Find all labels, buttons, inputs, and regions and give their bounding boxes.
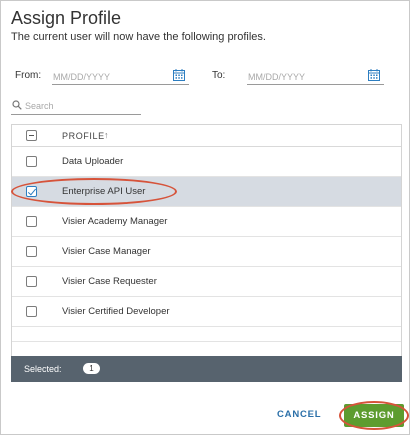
profile-name: Visier Case Manager: [62, 246, 151, 257]
to-date-input[interactable]: [247, 68, 384, 86]
profile-name: Visier Case Requester: [62, 276, 157, 287]
search-field[interactable]: [11, 97, 141, 115]
from-label: From:: [15, 70, 42, 81]
calendar-icon[interactable]: [368, 69, 380, 81]
from-date-field[interactable]: [52, 67, 189, 86]
table-row[interactable]: Visier Case Requester: [12, 267, 401, 297]
sort-ascending-icon[interactable]: ↑: [104, 130, 109, 140]
selected-count-badge: 1: [83, 363, 100, 374]
row-checkbox[interactable]: [26, 276, 37, 287]
table-row[interactable]: Visier Academy Manager: [12, 207, 401, 237]
column-header-profile[interactable]: PROFILE: [62, 131, 105, 141]
empty-row: [12, 327, 401, 342]
selection-summary-bar: Selected: 1: [11, 356, 402, 382]
profile-table: PROFILE ↑ Data Uploader Enterprise API U…: [11, 124, 402, 382]
table-row[interactable]: Visier Case Manager: [12, 237, 401, 267]
profile-name: Visier Certified Developer: [62, 306, 170, 317]
profile-name: Visier Academy Manager: [62, 216, 168, 227]
to-date-field[interactable]: [247, 67, 384, 86]
table-header: PROFILE ↑: [12, 125, 401, 147]
from-date-input[interactable]: [52, 68, 189, 86]
dialog-title: Assign Profile: [11, 8, 122, 28]
calendar-icon[interactable]: [173, 69, 185, 81]
selected-label: Selected:: [24, 364, 62, 374]
row-checkbox[interactable]: [26, 246, 37, 257]
profile-name: Data Uploader: [62, 156, 124, 167]
row-checkbox[interactable]: [26, 156, 37, 167]
annotation-highlight: [11, 178, 177, 205]
cancel-button[interactable]: CANCEL: [277, 409, 321, 420]
to-label: To:: [212, 70, 226, 81]
table-row[interactable]: Visier Certified Developer: [12, 297, 401, 327]
table-row[interactable]: Data Uploader: [12, 147, 401, 177]
search-icon: [12, 100, 22, 110]
dialog-subtitle: The current user will now have the follo…: [11, 31, 266, 43]
annotation-highlight: [339, 401, 409, 430]
search-input[interactable]: [25, 97, 137, 114]
row-checkbox[interactable]: [26, 306, 37, 317]
assign-profile-dialog: Assign Profile The current user will now…: [0, 0, 410, 435]
empty-row: [12, 342, 401, 357]
select-all-checkbox[interactable]: [26, 130, 37, 141]
row-checkbox[interactable]: [26, 216, 37, 227]
